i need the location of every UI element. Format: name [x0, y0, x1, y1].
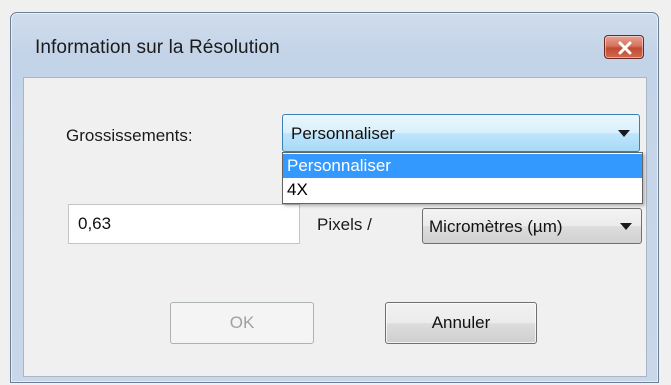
resolution-value-input[interactable]: 0,63: [68, 204, 300, 244]
screen: Information sur la Résolution Grossissem…: [0, 0, 671, 385]
unit-selected-value: Micromètres (µm): [429, 217, 563, 236]
resolution-dialog: Information sur la Résolution Grossissem…: [10, 12, 659, 383]
dialog-title: Information sur la Résolution: [35, 37, 280, 58]
close-button[interactable]: [604, 35, 644, 59]
chevron-down-icon: [620, 223, 632, 230]
magnification-dropdown-list: Personnaliser 4X: [282, 152, 643, 204]
dropdown-option-4x[interactable]: 4X: [283, 178, 642, 202]
dialog-body: Grossissements: Personnaliser Personnali…: [23, 77, 647, 377]
pixels-per-label: Pixels /: [317, 215, 372, 234]
ok-button[interactable]: OK: [170, 302, 314, 344]
close-icon: [618, 41, 632, 55]
cancel-button[interactable]: Annuler: [385, 302, 537, 344]
magnification-label: Grossissements:: [66, 126, 193, 145]
unit-select[interactable]: Micromètres (µm): [422, 208, 642, 244]
dropdown-option-personnaliser[interactable]: Personnaliser: [283, 154, 642, 178]
magnification-select[interactable]: Personnaliser: [282, 114, 640, 152]
title-bar[interactable]: Information sur la Résolution: [11, 13, 658, 77]
chevron-down-icon: [618, 130, 630, 137]
magnification-selected-value: Personnaliser: [291, 124, 395, 143]
